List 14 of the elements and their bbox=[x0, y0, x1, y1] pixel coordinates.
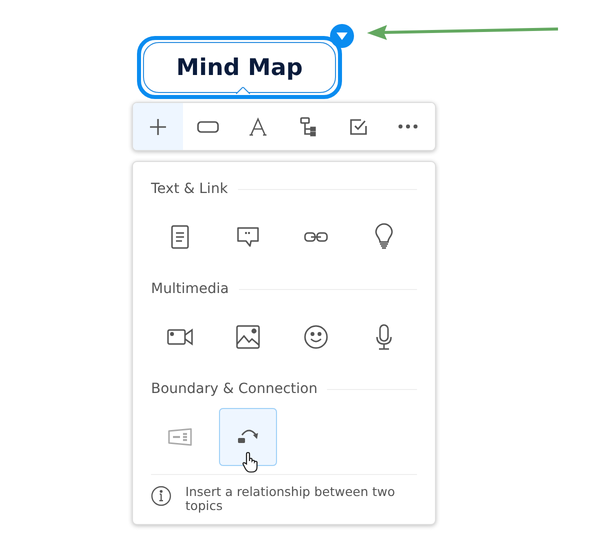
info-icon bbox=[151, 485, 172, 507]
hand-cursor-icon bbox=[242, 451, 258, 473]
notch-icon bbox=[236, 87, 250, 94]
section-title: Boundary & Connection bbox=[151, 381, 318, 397]
more-icon bbox=[398, 124, 418, 129]
section-title: Multimedia bbox=[151, 281, 229, 297]
hint-text: Insert a relationship between two topics bbox=[185, 485, 396, 514]
section-title: Text & Link bbox=[151, 181, 228, 197]
smiley-icon bbox=[302, 323, 330, 351]
structure-icon bbox=[297, 116, 319, 138]
dropdown-icon[interactable] bbox=[330, 24, 354, 48]
toolbar-button[interactable] bbox=[183, 103, 233, 150]
image-icon bbox=[234, 323, 262, 351]
letter-icon bbox=[247, 116, 269, 138]
